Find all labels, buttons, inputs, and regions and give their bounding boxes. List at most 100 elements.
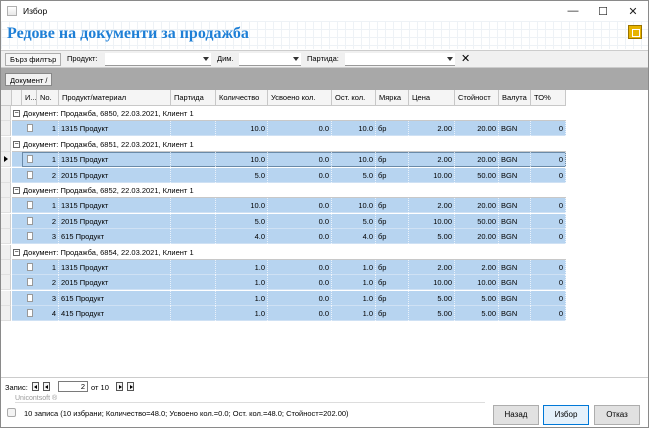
prev-record-icon[interactable] — [43, 382, 50, 391]
cell-qty: 1.0 — [216, 306, 268, 322]
cell-currency: BGN — [499, 167, 531, 183]
cell-rest: 4.0 — [332, 229, 376, 245]
column-header-rest[interactable]: Ост. кол. — [332, 90, 376, 106]
cell-no: 2 — [37, 213, 59, 229]
title-bar: Избор — ☐ ✕ — [1, 1, 648, 21]
cell-used: 0.0 — [268, 290, 332, 306]
note-icon[interactable] — [628, 25, 642, 39]
group-label: Документ: Продажба, 6854, 22.03.2021, Кл… — [22, 244, 566, 260]
clear-filter-icon[interactable]: ✕ — [461, 52, 470, 65]
row-selector[interactable] — [1, 229, 11, 245]
cell-value: 2.00 — [455, 260, 499, 275]
cell-product: 615 Продукт — [59, 229, 171, 245]
maximize-icon[interactable]: ☐ — [588, 1, 618, 21]
collapse-toggle-icon[interactable]: − — [13, 110, 20, 117]
first-record-icon[interactable] — [32, 382, 39, 391]
cell-used: 0.0 — [268, 260, 332, 275]
row-indent — [12, 290, 22, 306]
column-header-unit[interactable]: Мярка — [376, 90, 409, 106]
group-row[interactable]: − Документ: Продажба, 6851, 22.03.2021, К… — [1, 136, 566, 152]
cell-price: 2.00 — [409, 260, 455, 275]
document-icon — [27, 124, 33, 133]
cell-currency: BGN — [499, 260, 531, 275]
cancel-button[interactable]: Отказ — [594, 405, 640, 425]
column-header-price[interactable]: Цена — [409, 90, 455, 106]
group-chip-document[interactable]: Документ / — [5, 73, 53, 86]
document-lines-grid[interactable]: И... No. Продукт/материал Партида Количество… — [1, 90, 648, 378]
row-selector[interactable] — [1, 275, 11, 291]
status-icon — [7, 408, 16, 417]
row-selector[interactable] — [1, 213, 11, 229]
footer: 10 записа (10 избрани; Количество=48.0; … — [1, 404, 648, 428]
row-selector[interactable] — [1, 260, 11, 275]
row-indent — [12, 275, 22, 291]
cell-value: 20.00 — [455, 198, 499, 214]
last-record-icon[interactable] — [127, 382, 134, 391]
document-icon — [27, 232, 33, 241]
collapse-toggle-icon[interactable]: − — [13, 187, 20, 194]
column-header-to[interactable]: ТО% — [531, 90, 566, 106]
cell-currency: BGN — [499, 121, 531, 137]
table-row[interactable]: 3 615 Продукт 4.0 0.0 4.0 бр 5.00 20.00 BGN 0 — [1, 229, 566, 245]
row-selector[interactable] — [1, 183, 11, 198]
next-record-icon[interactable] — [116, 382, 123, 391]
table-row[interactable]: 1 1315 Продукт 10.0 0.0 10.0 бр 2.00 20.00 BGN 0 — [1, 198, 566, 214]
window-title: Избор — [23, 6, 48, 16]
back-button[interactable]: Назад — [493, 405, 539, 425]
cell-unit: бр — [376, 275, 409, 291]
cell-used: 0.0 — [268, 306, 332, 322]
row-selector[interactable] — [1, 198, 11, 214]
column-header-no[interactable]: No. — [37, 90, 59, 106]
table-row[interactable]: 1 1315 Продукт 10.0 0.0 10.0 бр 2.00 20.00 BGN 0 — [1, 152, 566, 168]
cell-unit: бр — [376, 229, 409, 245]
status-summary: 10 записа (10 избрани; Количество=48.0; … — [24, 409, 349, 418]
row-selector[interactable] — [1, 136, 11, 152]
table-row[interactable]: 2 2015 Продукт 1.0 0.0 1.0 бр 10.00 10.00 BGN 0 — [1, 275, 566, 291]
quick-filter-button[interactable]: Бърз филтър — [5, 53, 62, 66]
cell-currency: BGN — [499, 306, 531, 322]
cell-product: 1315 Продукт — [59, 121, 171, 137]
row-indent — [12, 152, 22, 168]
group-row[interactable]: − Документ: Продажба, 6850, 22.03.2021, К… — [1, 106, 566, 121]
column-header-batch[interactable]: Партида — [171, 90, 216, 106]
select-button[interactable]: Избор — [543, 405, 589, 425]
table-row[interactable]: 2 2015 Продукт 5.0 0.0 5.0 бр 10.00 50.00 BGN 0 — [1, 213, 566, 229]
column-header-value[interactable]: Стойност — [455, 90, 499, 106]
table-row[interactable]: 1 1315 Продукт 10.0 0.0 10.0 бр 2.00 20.00 BGN 0 — [1, 121, 566, 137]
table-row[interactable]: 1 1315 Продукт 1.0 0.0 1.0 бр 2.00 2.00 BGN 0 — [1, 260, 566, 275]
record-number-input[interactable]: 2 — [58, 381, 88, 392]
row-selector[interactable] — [1, 244, 11, 260]
table-row[interactable]: 4 415 Продукт 1.0 0.0 1.0 бр 5.00 5.00 BGN 0 — [1, 306, 566, 322]
column-header-currency[interactable]: Валута — [499, 90, 531, 106]
group-chip-label: Документ — [10, 76, 44, 85]
column-header-icon[interactable]: И... — [22, 90, 37, 106]
row-indent — [12, 121, 22, 137]
close-icon[interactable]: ✕ — [618, 1, 648, 21]
collapse-toggle-icon[interactable]: − — [13, 140, 20, 148]
cell-no: 1 — [37, 121, 59, 137]
table-row[interactable]: 2 2015 Продукт 5.0 0.0 5.0 бр 10.00 50.00 BGN 0 — [1, 167, 566, 183]
row-selector[interactable] — [1, 106, 11, 121]
group-row[interactable]: − Документ: Продажба, 6852, 22.03.2021, К… — [1, 183, 566, 198]
cell-rest: 1.0 — [332, 290, 376, 306]
column-header-qty[interactable]: Количество — [216, 90, 268, 106]
row-selector[interactable] — [1, 290, 11, 306]
collapse-toggle-icon[interactable]: − — [13, 248, 20, 256]
minimize-icon[interactable]: — — [558, 1, 588, 21]
group-row[interactable]: − Документ: Продажба, 6854, 22.03.2021, К… — [1, 244, 566, 260]
group-label: Документ: Продажба, 6850, 22.03.2021, Кл… — [22, 106, 566, 121]
row-indent — [12, 198, 22, 214]
column-header-used[interactable]: Усвоено кол. — [268, 90, 332, 106]
row-selector[interactable] — [1, 306, 11, 322]
row-selector[interactable] — [1, 121, 11, 137]
batch-combo[interactable] — [345, 53, 455, 66]
cell-qty: 1.0 — [216, 275, 268, 291]
cell-price: 10.00 — [409, 213, 455, 229]
product-combo[interactable] — [105, 53, 211, 66]
dim-combo[interactable] — [239, 53, 301, 66]
row-selector[interactable] — [1, 167, 11, 183]
cell-batch — [171, 260, 216, 275]
column-header-product[interactable]: Продукт/материал — [59, 90, 171, 106]
table-row[interactable]: 3 615 Продукт 1.0 0.0 1.0 бр 5.00 5.00 BGN 0 — [1, 290, 566, 306]
cell-product: 1315 Продукт — [59, 198, 171, 214]
